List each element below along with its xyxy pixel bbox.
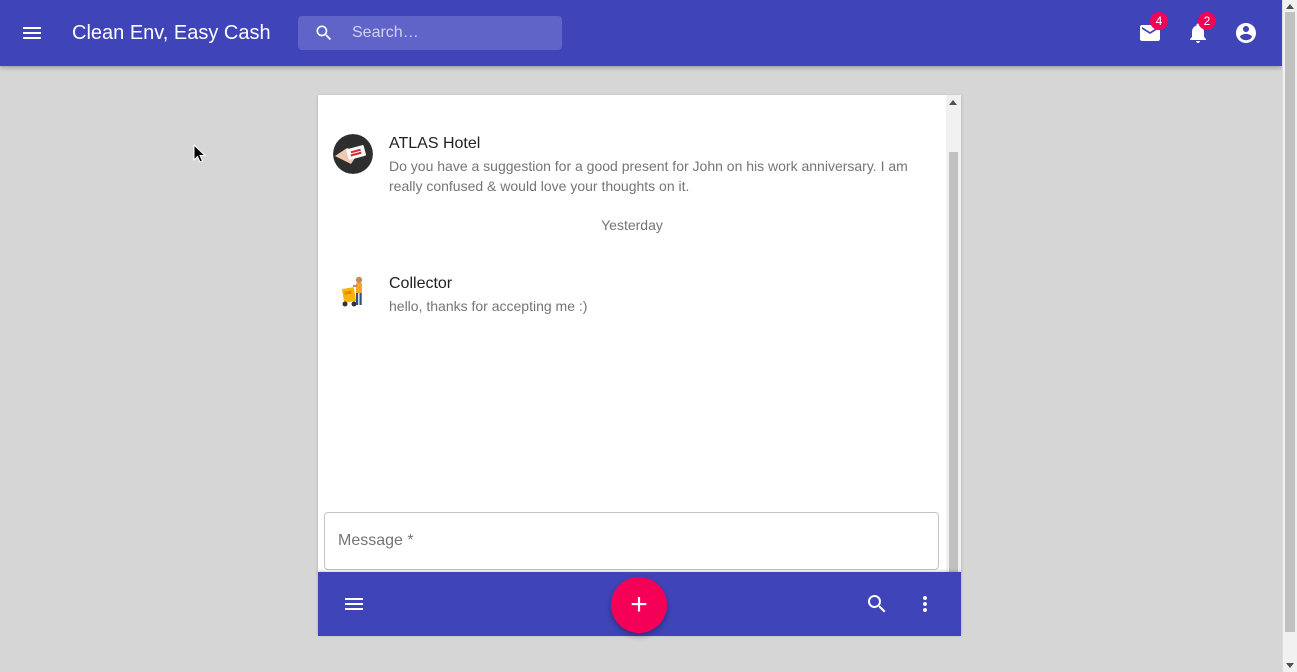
- scroll-up-arrow-icon[interactable]: [949, 100, 957, 105]
- account-circle-icon: [1236, 23, 1256, 43]
- message-field[interactable]: [324, 512, 939, 570]
- search-icon[interactable]: [865, 592, 889, 616]
- chat-panel: ATLAS Hotel Do you have a suggestion for…: [318, 95, 961, 572]
- window-scrollbar-thumb[interactable]: [1285, 12, 1295, 632]
- menu-icon[interactable]: [342, 592, 366, 616]
- mail-badge: 4: [1150, 12, 1168, 30]
- notifications-badge: 2: [1198, 12, 1216, 30]
- search-bar[interactable]: [298, 16, 562, 50]
- search-input[interactable]: [352, 16, 552, 50]
- day-separator: Yesterday: [601, 217, 663, 233]
- notifications-button[interactable]: 2: [1186, 12, 1216, 45]
- collector-avatar-image: [341, 276, 363, 307]
- message-text: hello, thanks for accepting me :): [389, 298, 588, 314]
- window-scrollbar[interactable]: [1282, 0, 1297, 672]
- message-sender: ATLAS Hotel: [389, 135, 481, 152]
- avatar: [333, 274, 373, 314]
- avatar: [333, 134, 373, 174]
- panel-scrollbar-thumb[interactable]: [949, 152, 958, 572]
- search-icon: [316, 25, 332, 41]
- scroll-down-arrow-icon[interactable]: [1286, 663, 1294, 668]
- bottom-app-bar: +: [318, 572, 961, 636]
- message-text: Do you have a suggestion for a good pres…: [389, 158, 908, 194]
- app-title: Clean Env, Easy Cash: [72, 22, 271, 44]
- menu-icon[interactable]: [20, 21, 44, 45]
- mail-button[interactable]: 4: [1138, 12, 1168, 45]
- message-sender: Collector: [389, 275, 453, 292]
- message-input[interactable]: [338, 513, 928, 569]
- more-vert-icon[interactable]: [913, 592, 937, 616]
- scroll-up-arrow-icon[interactable]: [1286, 4, 1294, 9]
- panel-scrollbar[interactable]: [946, 95, 961, 572]
- app-bar: Clean Env, Easy Cash 4 2: [0, 0, 1282, 66]
- atlas-hotel-avatar-image: [333, 134, 373, 174]
- add-button[interactable]: +: [611, 577, 667, 633]
- account-button[interactable]: [1234, 21, 1258, 45]
- mouse-cursor-icon: [193, 144, 207, 163]
